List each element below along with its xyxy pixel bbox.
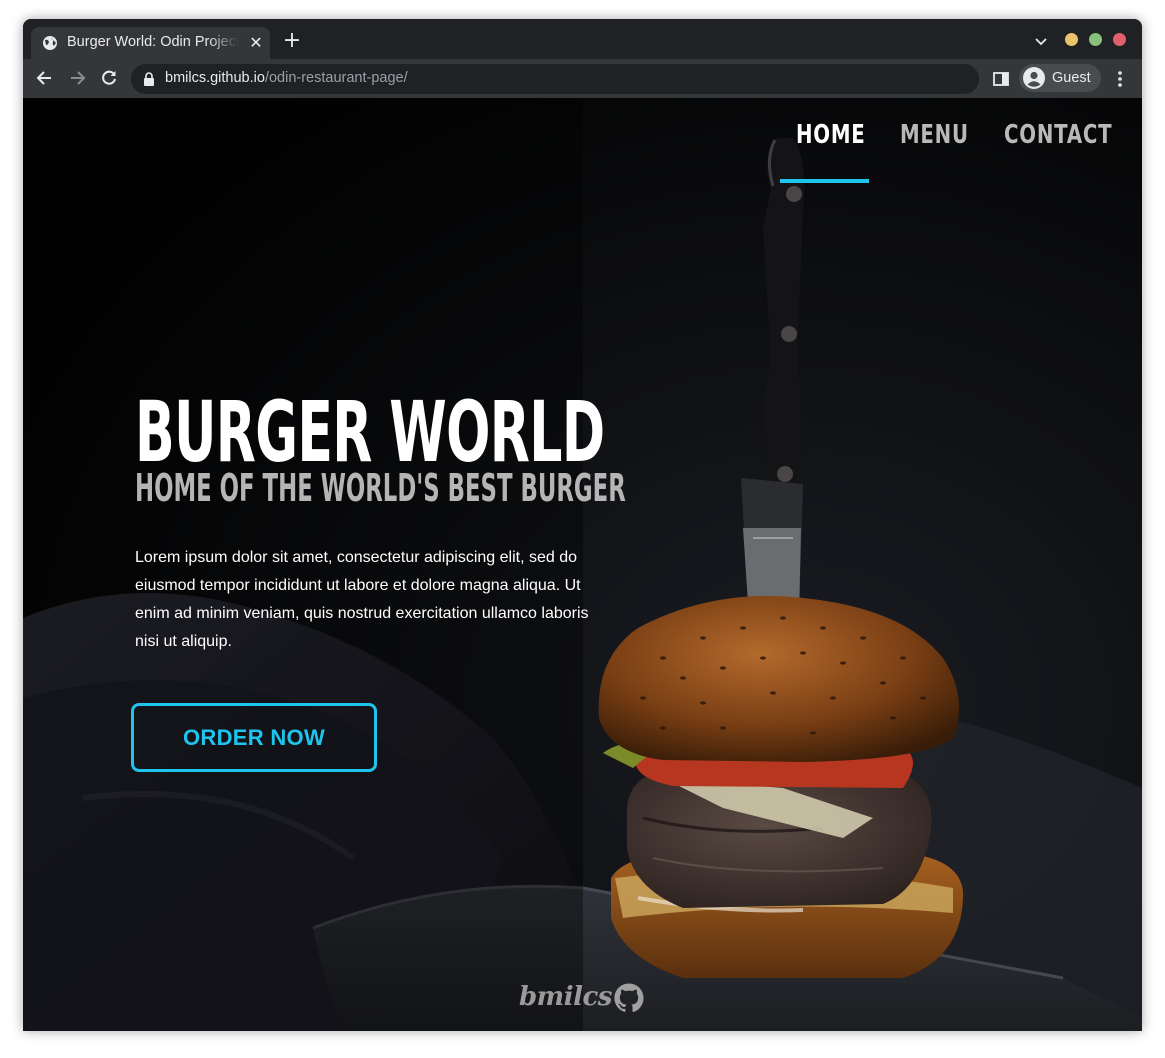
order-now-button[interactable]: ORDER NOW [131, 703, 377, 772]
browser-window: Burger World: Odin Project ✕ + bmilcs.gi… [23, 19, 1142, 1031]
url-path: /odin-restaurant-page/ [264, 70, 408, 86]
reload-icon[interactable] [99, 68, 119, 88]
close-tab-icon[interactable]: ✕ [247, 34, 265, 52]
profile-name: Guest [1052, 70, 1091, 86]
github-icon[interactable] [613, 982, 645, 1014]
hero-description: Lorem ipsum dolor sit amet, consectetur … [135, 549, 589, 650]
lock-icon[interactable] [143, 72, 155, 86]
globe-icon [43, 36, 57, 50]
browser-tab[interactable]: Burger World: Odin Project ✕ [31, 27, 270, 59]
profile-button[interactable]: Guest [1019, 64, 1101, 92]
nav-contact[interactable]: CONTACT [1004, 120, 1112, 150]
avatar-icon [1023, 67, 1045, 89]
more-menu-icon[interactable] [1111, 69, 1129, 89]
browser-toolbar: bmilcs.github.io/odin-restaurant-page/ G… [23, 59, 1142, 98]
forward-arrow-icon[interactable] [67, 68, 87, 88]
author-signature[interactable]: bmilcs [519, 982, 612, 1012]
nav-home[interactable]: HOME [796, 120, 866, 150]
nav-active-underline [780, 179, 869, 183]
side-panel-icon[interactable] [992, 70, 1010, 88]
url-text: bmilcs.github.io/odin-restaurant-page/ [165, 70, 408, 86]
chevron-down-icon[interactable] [1032, 32, 1050, 50]
url-host: bmilcs.github.io [165, 70, 265, 86]
restaurant-page: HOME MENU CONTACT BURGER WORLD HOME OF T… [23, 98, 1142, 1031]
nav-menu[interactable]: MENU [900, 120, 969, 150]
minimize-window-button[interactable] [1065, 33, 1078, 46]
maximize-window-button[interactable] [1089, 33, 1102, 46]
tab-strip: Burger World: Odin Project ✕ + [23, 19, 1142, 59]
back-arrow-icon[interactable] [35, 68, 55, 88]
hero-subtitle: HOME OF THE WORLD'S BEST BURGER [135, 466, 626, 510]
tab-title: Burger World: Odin Project [67, 34, 239, 50]
address-bar[interactable]: bmilcs.github.io/odin-restaurant-page/ [131, 64, 979, 94]
new-tab-button[interactable]: + [282, 30, 302, 52]
close-window-button[interactable] [1113, 33, 1126, 46]
